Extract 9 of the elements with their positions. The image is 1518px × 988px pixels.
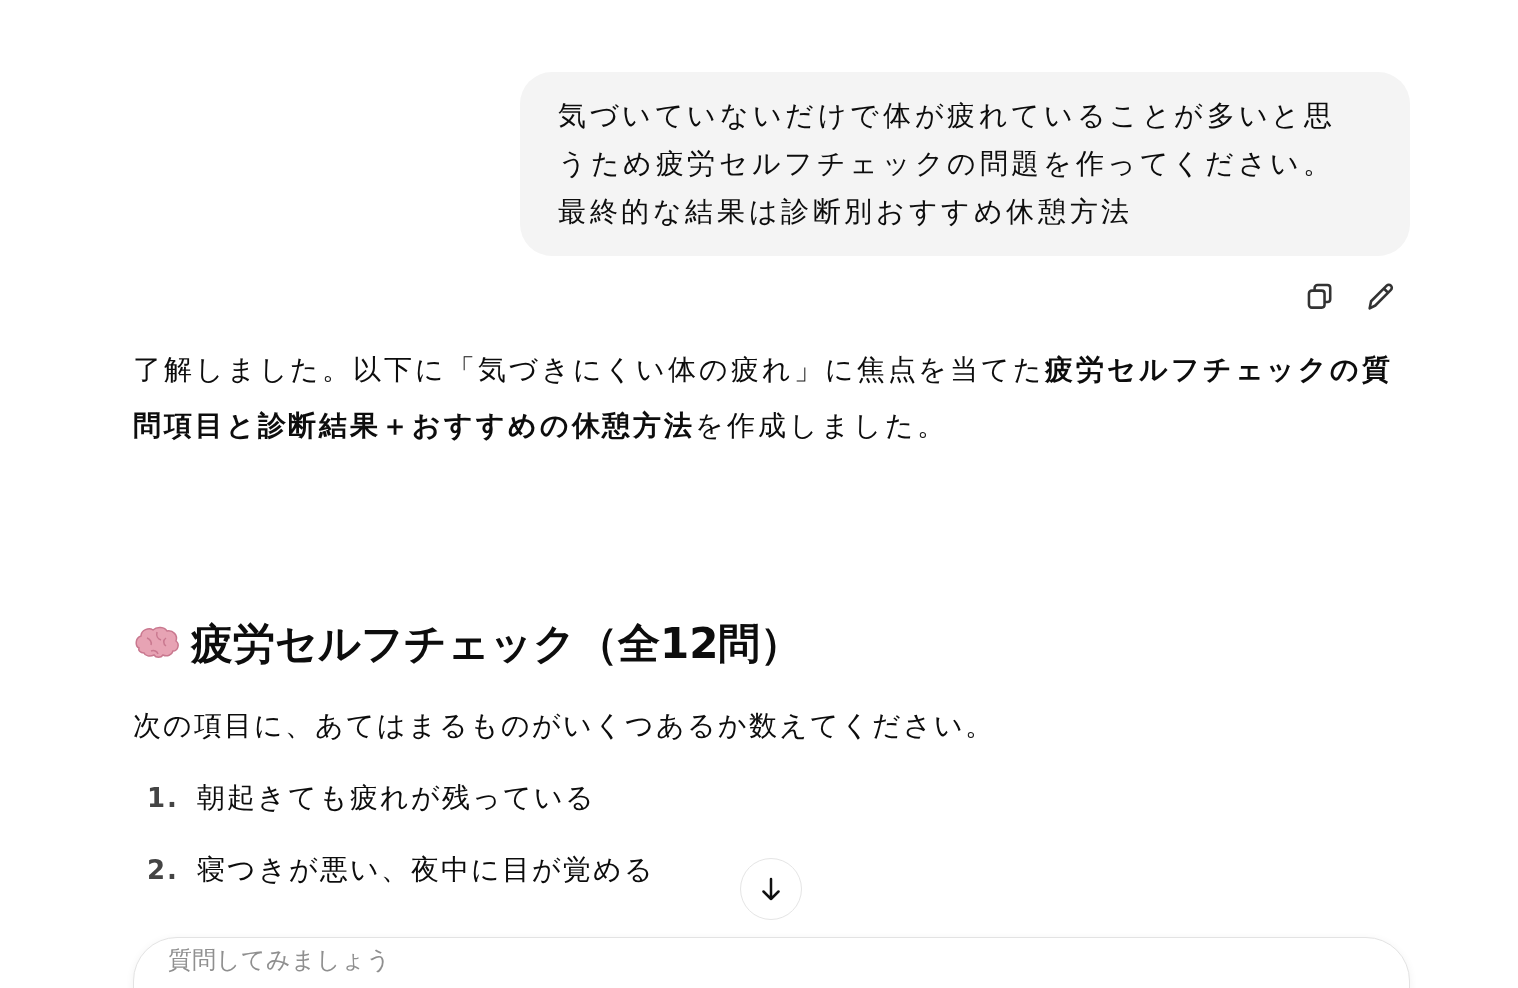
section-heading: 疲労セルフチェック（全12問） (191, 618, 803, 670)
user-message: 気づいていないだけで体が疲れていることが多いと思うため疲労セルフチェックの問題を作ってください。最終的な結果は診断別おすすめ休憩方法 (520, 72, 1410, 256)
list-item-text: 寝つきが悪い、夜中に目が覚める (196, 852, 655, 888)
message-input[interactable]: 質問してみましょう (133, 937, 1410, 988)
list-number: 1. (147, 782, 179, 815)
instruction-text: 次の項目に、あてはまるものがいくつあるか数えてください。 (133, 708, 996, 744)
list-item-text: 朝起きても疲れが残っている (196, 780, 596, 816)
list-number: 2. (147, 854, 179, 887)
assistant-paragraph: 了解しました。以下に「気づきにくい体の疲れ」に焦点を当てた疲労セルフチェックの質問項目と診断結果＋おすすめの休憩方法を作成しました。 (133, 352, 1394, 444)
